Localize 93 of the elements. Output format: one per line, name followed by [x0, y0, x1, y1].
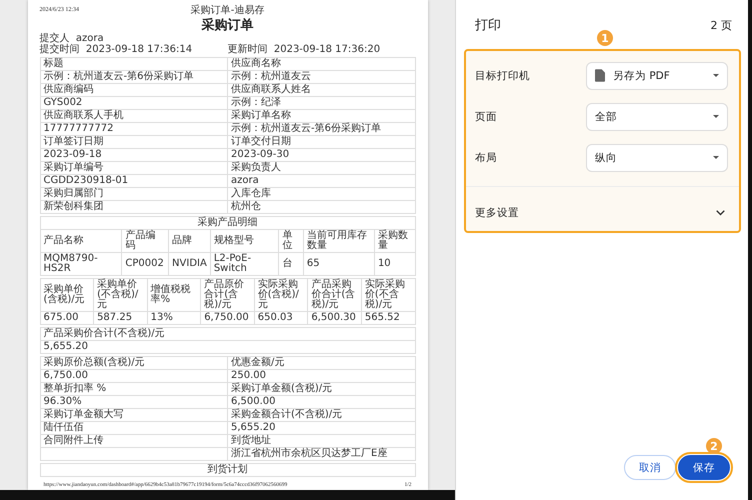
table-cell: 2023-09-18: [40, 148, 228, 162]
table-cell: 587.25: [94, 312, 148, 324]
table-cell: 浙江省杭州市余杭区贝达梦工厂E座: [228, 448, 415, 460]
table-cell: 565.52: [361, 312, 415, 324]
table-cell: 6,500.30: [308, 312, 362, 324]
table-cell: 产品采购价合计(含税)/元: [308, 278, 362, 312]
table-cell: 整单折扣率 %: [40, 382, 228, 396]
table-cell: 当前可用库存数量: [303, 230, 374, 252]
table-cell: 产品采购价合计(不含税)/元: [40, 328, 415, 340]
table-cell: 5,655.20: [40, 340, 415, 354]
table-cell: 规格型号: [210, 230, 279, 252]
table-cell: 供应商联系人手机: [40, 110, 228, 122]
table-cell: 96.30%: [40, 396, 228, 408]
table-cell: 产品编码: [122, 230, 169, 252]
table-cell: 标题: [40, 58, 228, 70]
file-icon: [595, 69, 605, 82]
document-title: 采购订单: [200, 18, 254, 33]
table-cell: 675.00: [40, 312, 94, 324]
dialog-title: 打印: [475, 17, 501, 34]
setting-label: 页面: [475, 110, 498, 124]
table-cell: 采购订单编号: [40, 162, 228, 174]
table-cell: 示例：杭州道友云-第6份采购订单: [228, 122, 415, 136]
table-cell: 到货地址: [228, 434, 415, 448]
callout-badge: 1: [597, 30, 613, 46]
table-cell: 陆仟伍佰: [40, 422, 228, 434]
table-cell: GYS002: [40, 96, 228, 110]
table-cell: 订单交付日期: [228, 136, 415, 148]
table-cell: 采购产品明细: [40, 216, 415, 230]
table-cell: 采购金额合计(不含税)/元: [228, 408, 415, 422]
setting-label: 目标打印机: [475, 68, 531, 82]
meta-field: 更新时间 2023-09-18 17:36:20: [228, 44, 416, 55]
table-cell: 采购归属部门: [40, 188, 228, 200]
table-cell: CGDD230918-01: [40, 174, 228, 188]
table-cell: 13%: [147, 312, 201, 324]
table-cell: 采购原价总额(含税)/元: [40, 356, 228, 370]
table-cell: 供应商编码: [40, 84, 228, 96]
table-cell: 采购订单名称: [228, 110, 415, 122]
meta-field: 提交时间 2023-09-18 17:36:14: [40, 44, 228, 55]
table-cell: 采购负责人: [228, 162, 415, 174]
table-cell: 10: [374, 252, 415, 276]
table-cell: 65: [303, 252, 374, 276]
table-cell: 采购单价(不含税)/元: [94, 278, 148, 312]
table-cell: 入库仓库: [228, 188, 415, 200]
meta-field: 提交人 azora: [40, 33, 104, 44]
table-cell: 6,750.00: [40, 370, 228, 382]
table-cell: 新荣创科集团: [40, 200, 228, 214]
table-cell: 供应商名称: [228, 58, 415, 70]
table-cell: 采购订单金额大写: [40, 408, 228, 422]
callout-badge: 2: [706, 438, 722, 454]
setting-label: 布局: [475, 150, 498, 164]
table-cell: 实际采购价(含税)/元: [254, 278, 308, 312]
table-cell: 5,655.20: [228, 422, 415, 434]
table-cell: 650.03: [254, 312, 308, 324]
table-cell: azora: [228, 174, 415, 188]
page-header-title: 采购订单-迪易存: [190, 4, 264, 17]
table-cell: 台: [278, 252, 304, 276]
caret-icon: [713, 115, 719, 118]
table-cell: 单位: [278, 230, 304, 252]
table-cell: 增值税税率%: [147, 278, 201, 312]
table-cell: 6,750.00: [200, 312, 254, 324]
table-cell: L2-PoE-Switch: [210, 252, 279, 276]
table-cell: NVIDIA: [168, 252, 210, 276]
dropdown[interactable]: 全部: [586, 102, 728, 130]
dialog-button[interactable]: 保存: [678, 455, 730, 480]
table-cell: 优惠金额/元: [228, 356, 415, 370]
caret-icon: [713, 156, 719, 159]
table-cell: CP0002: [122, 252, 169, 276]
table-cell: 17777777772: [40, 122, 228, 136]
dialog-button[interactable]: 取消: [624, 455, 676, 480]
table-cell: 采购单价(含税)/元: [40, 278, 94, 312]
more-settings-toggle[interactable]: 更多设置: [466, 187, 739, 231]
table-cell: 合同附件上传: [40, 434, 228, 448]
table-cell: 到货计划: [40, 464, 415, 476]
table-cell: 供应商联系人姓名: [228, 84, 415, 96]
table-cell: 产品原价合计(含税)/元: [200, 278, 254, 312]
table-cell: 6,500.00: [228, 396, 415, 408]
table-cell: 采购订单金额(含税)/元: [228, 382, 415, 396]
table-cell: MQM8790-HS2R: [40, 252, 122, 276]
table-cell: 杭州仓: [228, 200, 415, 214]
table-cell: 订单签订日期: [40, 136, 228, 148]
table-cell: 250.00: [228, 370, 415, 382]
table-cell: 示例：杭州道友云-第6份采购订单: [40, 70, 228, 84]
table-cell: 产品名称: [40, 230, 122, 252]
table-cell: 采购数量: [374, 230, 415, 252]
table-cell: 示例：杭州道友云: [228, 70, 415, 84]
table-cell: 示例：纪泽: [228, 96, 415, 110]
dropdown[interactable]: 另存为 PDF: [586, 62, 728, 90]
page-count: 2 页: [710, 18, 732, 32]
dropdown[interactable]: 纵向: [586, 144, 728, 172]
caret-icon: [713, 74, 719, 77]
table-cell: 2023-09-30: [228, 148, 415, 162]
table-cell: 品牌: [168, 230, 210, 252]
table-cell: 实际采购价(不含税)/元: [361, 278, 415, 312]
